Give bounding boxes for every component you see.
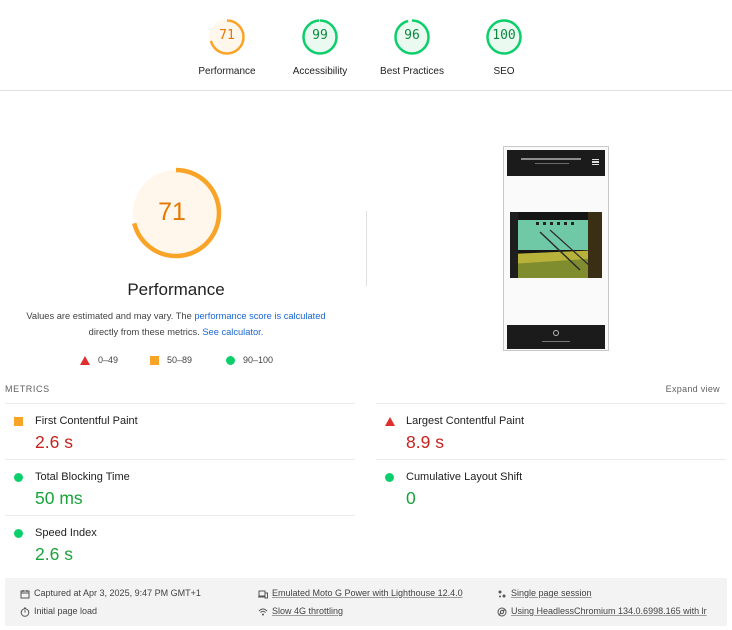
- divider: [376, 403, 726, 404]
- menu-icon: [592, 159, 599, 165]
- load-text: Initial page load: [34, 606, 98, 616]
- throttling-text[interactable]: Slow 4G throttling: [272, 606, 343, 616]
- see-calculator-link[interactable]: See calculator.: [202, 327, 263, 337]
- devices-icon: [258, 590, 268, 599]
- metric-speed-index: Speed Index 2.6 s: [14, 524, 354, 580]
- gauge-label: Accessibility: [292, 66, 348, 77]
- metric-value: 8.9 s: [406, 432, 444, 452]
- divider: [366, 211, 367, 286]
- square-icon: [150, 356, 159, 366]
- calendar-icon: [20, 589, 30, 599]
- divider: [5, 403, 355, 404]
- metric-value: 0: [406, 488, 416, 508]
- circle-icon: [14, 473, 23, 482]
- desc-text: directly from these metrics.: [88, 326, 203, 337]
- square-icon: [14, 417, 23, 426]
- wifi-icon: [258, 608, 268, 616]
- divider: [5, 459, 355, 460]
- captured-text: Captured at Apr 3, 2025, 9:47 PM GMT+1: [34, 588, 201, 598]
- device-info[interactable]: Emulated Moto G Power with Lighthouse 12…: [258, 588, 463, 599]
- thumb-header: [507, 150, 605, 176]
- metrics-header: METRICS: [5, 384, 50, 394]
- metric-name: Largest Contentful Paint: [406, 415, 525, 427]
- legend-range: 0–49: [98, 355, 119, 365]
- thumb-site-title: [521, 158, 581, 160]
- desc-text: Values are estimated and may vary. The: [26, 311, 195, 321]
- legend-fail: 0–49: [80, 355, 119, 366]
- thumb-site-subtitle: [535, 163, 569, 164]
- throttling-info[interactable]: Slow 4G throttling: [258, 606, 343, 617]
- performance-title: Performance: [127, 280, 225, 299]
- thumb-footer: [507, 325, 605, 349]
- session-text[interactable]: Single page session: [511, 588, 592, 598]
- device-text[interactable]: Emulated Moto G Power with Lighthouse 12…: [272, 588, 463, 598]
- metric-name: Speed Index: [35, 527, 97, 539]
- circle-icon: [14, 529, 23, 538]
- expand-view-toggle[interactable]: Expand view: [666, 384, 720, 394]
- gauge-score: 100: [492, 28, 516, 43]
- final-screenshot[interactable]: [503, 146, 609, 351]
- initial-load: Initial page load: [20, 606, 97, 617]
- hero-photo: [510, 212, 602, 278]
- runtime-settings: Captured at Apr 3, 2025, 9:47 PM GMT+1 I…: [5, 578, 727, 626]
- score-calculated-link[interactable]: performance score is calculated: [194, 311, 325, 321]
- performance-score: 71: [158, 198, 186, 226]
- metric-value: 50 ms: [35, 488, 83, 508]
- gauge-label: Performance: [198, 66, 256, 77]
- thumb-hero-image: [510, 212, 602, 278]
- gauge-performance[interactable]: 71 Performance: [177, 18, 277, 77]
- divider: [5, 515, 355, 516]
- legend-range: 90–100: [243, 355, 274, 365]
- gauge-score: 96: [404, 28, 420, 43]
- performance-description: Values are estimated and may vary. The p…: [20, 309, 332, 340]
- triangle-icon: [80, 356, 90, 366]
- timer-icon: [20, 607, 30, 617]
- gauge-seo[interactable]: 100 SEO: [454, 18, 554, 77]
- gauge-score: 99: [312, 28, 328, 43]
- chrome-icon: [497, 607, 507, 617]
- legend-average: 50–89: [150, 355, 193, 366]
- triangle-icon: [385, 417, 395, 426]
- browser-text[interactable]: Using HeadlessChromium 134.0.6998.165 wi…: [511, 606, 707, 616]
- captured-at: Captured at Apr 3, 2025, 9:47 PM GMT+1: [20, 588, 201, 599]
- metric-value: 2.6 s: [35, 544, 73, 564]
- browser-info[interactable]: Using HeadlessChromium 134.0.6998.165 wi…: [497, 606, 707, 617]
- circle-icon: [385, 473, 394, 482]
- metric-name: Cumulative Layout Shift: [406, 471, 523, 483]
- gauge-label: Best Practices: [380, 66, 444, 77]
- category-summary: 71 Performance 99 Accessibility 96 Best …: [0, 0, 732, 91]
- metric-name: Total Blocking Time: [35, 471, 130, 483]
- circle-icon: [226, 356, 235, 366]
- performance-gauge: 71: [126, 167, 226, 267]
- gauge-best-practices[interactable]: 96 Best Practices: [362, 18, 462, 77]
- metric-value: 2.6 s: [35, 432, 73, 452]
- legend-range: 50–89: [167, 355, 193, 365]
- legend-pass: 90–100: [226, 355, 274, 366]
- thumb-footer-text: [542, 341, 570, 342]
- divider: [376, 459, 726, 460]
- gauge-label: SEO: [493, 66, 515, 77]
- metric-cumulative-layout-shift: Cumulative Layout Shift 0: [385, 468, 725, 524]
- gauge-score: 71: [219, 28, 235, 43]
- instagram-icon: [553, 330, 559, 336]
- session-icon: [498, 590, 506, 598]
- gauge-accessibility[interactable]: 99 Accessibility: [270, 18, 370, 77]
- metric-name: First Contentful Paint: [35, 415, 138, 427]
- session-info[interactable]: Single page session: [497, 588, 592, 599]
